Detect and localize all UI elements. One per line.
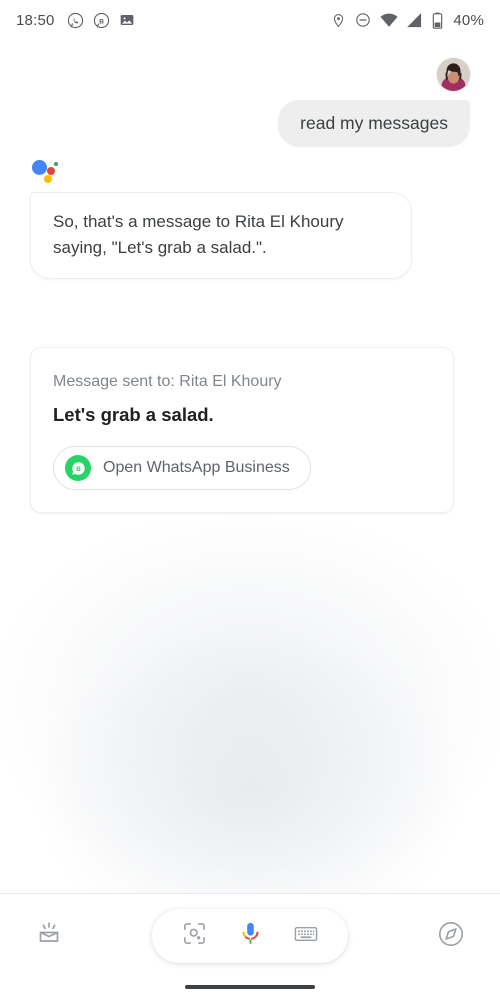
explore-compass-icon xyxy=(437,920,465,953)
snapshot-button[interactable] xyxy=(26,913,72,959)
google-mic-icon xyxy=(237,920,264,952)
card-recipient-label: Message sent to: Rita El Khoury xyxy=(53,373,282,390)
card-message-text: Let's grab a salad. xyxy=(53,404,214,425)
wifi-icon xyxy=(380,13,398,28)
battery-percent-label: 40% xyxy=(453,11,484,29)
bottom-bar xyxy=(0,894,500,1000)
message-result-card[interactable]: Message sent to: Rita El Khoury Let's gr… xyxy=(30,347,454,513)
bottom-bar-row xyxy=(0,894,500,978)
explore-button[interactable] xyxy=(428,913,474,959)
snapshot-icon xyxy=(35,920,63,953)
assistant-turn: So, that's a message to Rita El Khoury s… xyxy=(30,158,412,279)
location-icon xyxy=(331,12,346,29)
user-avatar[interactable] xyxy=(437,58,470,91)
gesture-navigation-bar[interactable] xyxy=(185,985,315,989)
assistant-dot-blue xyxy=(32,160,47,175)
assistant-message-bubble: So, that's a message to Rita El Khoury s… xyxy=(30,192,412,279)
assistant-dot-yellow xyxy=(44,175,52,183)
open-whatsapp-business-button[interactable]: B Open WhatsApp Business xyxy=(53,446,311,490)
keyboard-icon xyxy=(293,921,319,952)
whatsapp-icon xyxy=(67,12,84,29)
cellular-signal-icon xyxy=(407,12,423,28)
user-turn: read my messages xyxy=(0,58,500,147)
status-time: 18:50 xyxy=(16,11,55,29)
keyboard-button[interactable] xyxy=(286,916,326,956)
do-not-disturb-icon xyxy=(355,12,371,28)
assistant-dot-red xyxy=(47,167,55,175)
svg-text:B: B xyxy=(99,18,104,25)
photo-icon xyxy=(119,12,135,28)
open-whatsapp-business-label: Open WhatsApp Business xyxy=(103,459,290,476)
whatsapp-business-icon: B xyxy=(65,455,91,481)
lens-button[interactable] xyxy=(174,916,214,956)
status-bar-left: 18:50 B xyxy=(16,12,135,29)
assistant-screen: 18:50 B 40% read my messages So, that's … xyxy=(0,0,500,1000)
status-bar: 18:50 B 40% xyxy=(0,0,500,40)
assistant-dot-green xyxy=(54,162,58,166)
google-lens-icon xyxy=(182,921,207,951)
status-bar-right: 40% xyxy=(331,12,484,29)
assistant-input-pill[interactable] xyxy=(152,909,348,963)
mic-button[interactable] xyxy=(230,916,270,956)
svg-text:B: B xyxy=(76,466,81,473)
google-assistant-logo xyxy=(32,158,62,184)
battery-icon xyxy=(432,11,443,29)
user-message-bubble: read my messages xyxy=(278,100,470,147)
whatsapp-business-icon: B xyxy=(93,12,110,29)
conversation-area: read my messages So, that's a message to… xyxy=(0,40,500,893)
